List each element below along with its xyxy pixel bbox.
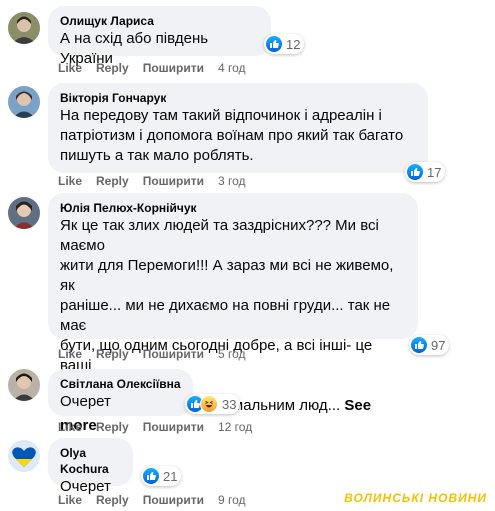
comment-timestamp[interactable]: 5 год [218,347,246,361]
avatar[interactable] [8,440,40,472]
share-button[interactable]: Поширити [143,347,204,361]
reply-button[interactable]: Reply [96,493,129,507]
avatar[interactable] [8,369,40,401]
haha-icon [200,395,218,413]
reaction-count: 21 [163,468,178,484]
avatar[interactable] [8,86,40,118]
avatar-heart-icon [12,447,36,467]
like-button[interactable]: Like [58,347,82,361]
reaction-summary[interactable]: 33 [185,394,241,414]
reaction-count: 33 [222,396,237,412]
reaction-summary[interactable]: 97 [409,335,450,355]
comment-text: Очерет [60,393,111,410]
comment-bubble: Світлана Олексіївна Очерет [48,369,193,416]
comment-text-line: раніше... ми не дихаємо на повні груди..… [60,297,391,334]
reaction-summary[interactable]: 12 [264,34,305,54]
comment-author[interactable]: Олищук Лариса [60,13,259,29]
reply-button[interactable]: Reply [96,347,129,361]
comment-bubble: Олищук Лариса А на схід або південь Укра… [48,6,271,67]
reply-button[interactable]: Reply [96,174,129,188]
comment-timestamp[interactable]: 12 год [218,420,252,434]
comment-bubble: Вікторія Гончарук На передову там такий … [48,83,428,173]
comment-actions: Like Reply Поширити 12 год [58,419,266,435]
comment-author[interactable]: Olya Kochura [60,445,121,477]
comment-bubble: Olya Kochura Очерет [48,438,133,495]
reaction-summary[interactable]: 17 [405,162,446,182]
comment-timestamp[interactable]: 9 год [218,493,246,507]
reaction-summary[interactable]: 21 [141,466,182,486]
reaction-count: 12 [286,36,301,52]
like-button[interactable]: Like [58,420,82,434]
comment-text-line: жити для Перемоги!!! А зараз ми всі не ж… [60,257,394,294]
comment-actions: Like Reply Поширити 4 год [58,60,260,76]
like-icon [266,36,282,52]
share-button[interactable]: Поширити [143,420,204,434]
comment-text-line: пишуть а так мало роблять. [60,147,254,164]
like-icon [411,337,427,353]
avatar-photo-icon [13,91,35,118]
share-button[interactable]: Поширити [143,174,204,188]
comment-author[interactable]: Вікторія Гончарук [60,90,416,106]
comment-bubble: Юлія Пелюх-Корнійчук Як це так злих люде… [48,193,418,434]
avatar[interactable] [8,12,40,44]
comment-actions: Like Reply Поширити 9 год [58,492,260,508]
like-button[interactable]: Like [58,174,82,188]
like-icon [407,164,423,180]
share-button[interactable]: Поширити [143,61,204,75]
comment-text-line: Як це так злих людей та заздрісних??? Ми… [60,217,379,254]
avatar[interactable] [8,197,40,229]
like-button[interactable]: Like [58,61,82,75]
reply-button[interactable]: Reply [96,61,129,75]
avatar-photo-icon [13,201,35,229]
comment-text-line: На передову там такий відпочинок і адреа… [60,107,382,124]
watermark-logo: ВОЛИНСЬКІ НОВИНИ [344,491,487,505]
reply-button[interactable]: Reply [96,420,129,434]
comment-author[interactable]: Світлана Олексіївна [60,376,181,392]
comment-actions: Like Reply Поширити 3 год [58,173,260,189]
comment-timestamp[interactable]: 3 год [218,174,246,188]
comment-actions: Like Reply Поширити 5 год [58,346,260,362]
comment-timestamp[interactable]: 4 год [218,61,246,75]
comment-text-line: патріотизм і допомога воїнам про який та… [60,127,404,144]
comment-author[interactable]: Юлія Пелюх-Корнійчук [60,200,406,216]
like-button[interactable]: Like [58,493,82,507]
like-icon [143,468,159,484]
reaction-count: 97 [431,337,446,353]
share-button[interactable]: Поширити [143,493,204,507]
avatar-photo-icon [13,373,35,401]
reaction-count: 17 [427,164,442,180]
avatar-photo-icon [12,16,36,44]
